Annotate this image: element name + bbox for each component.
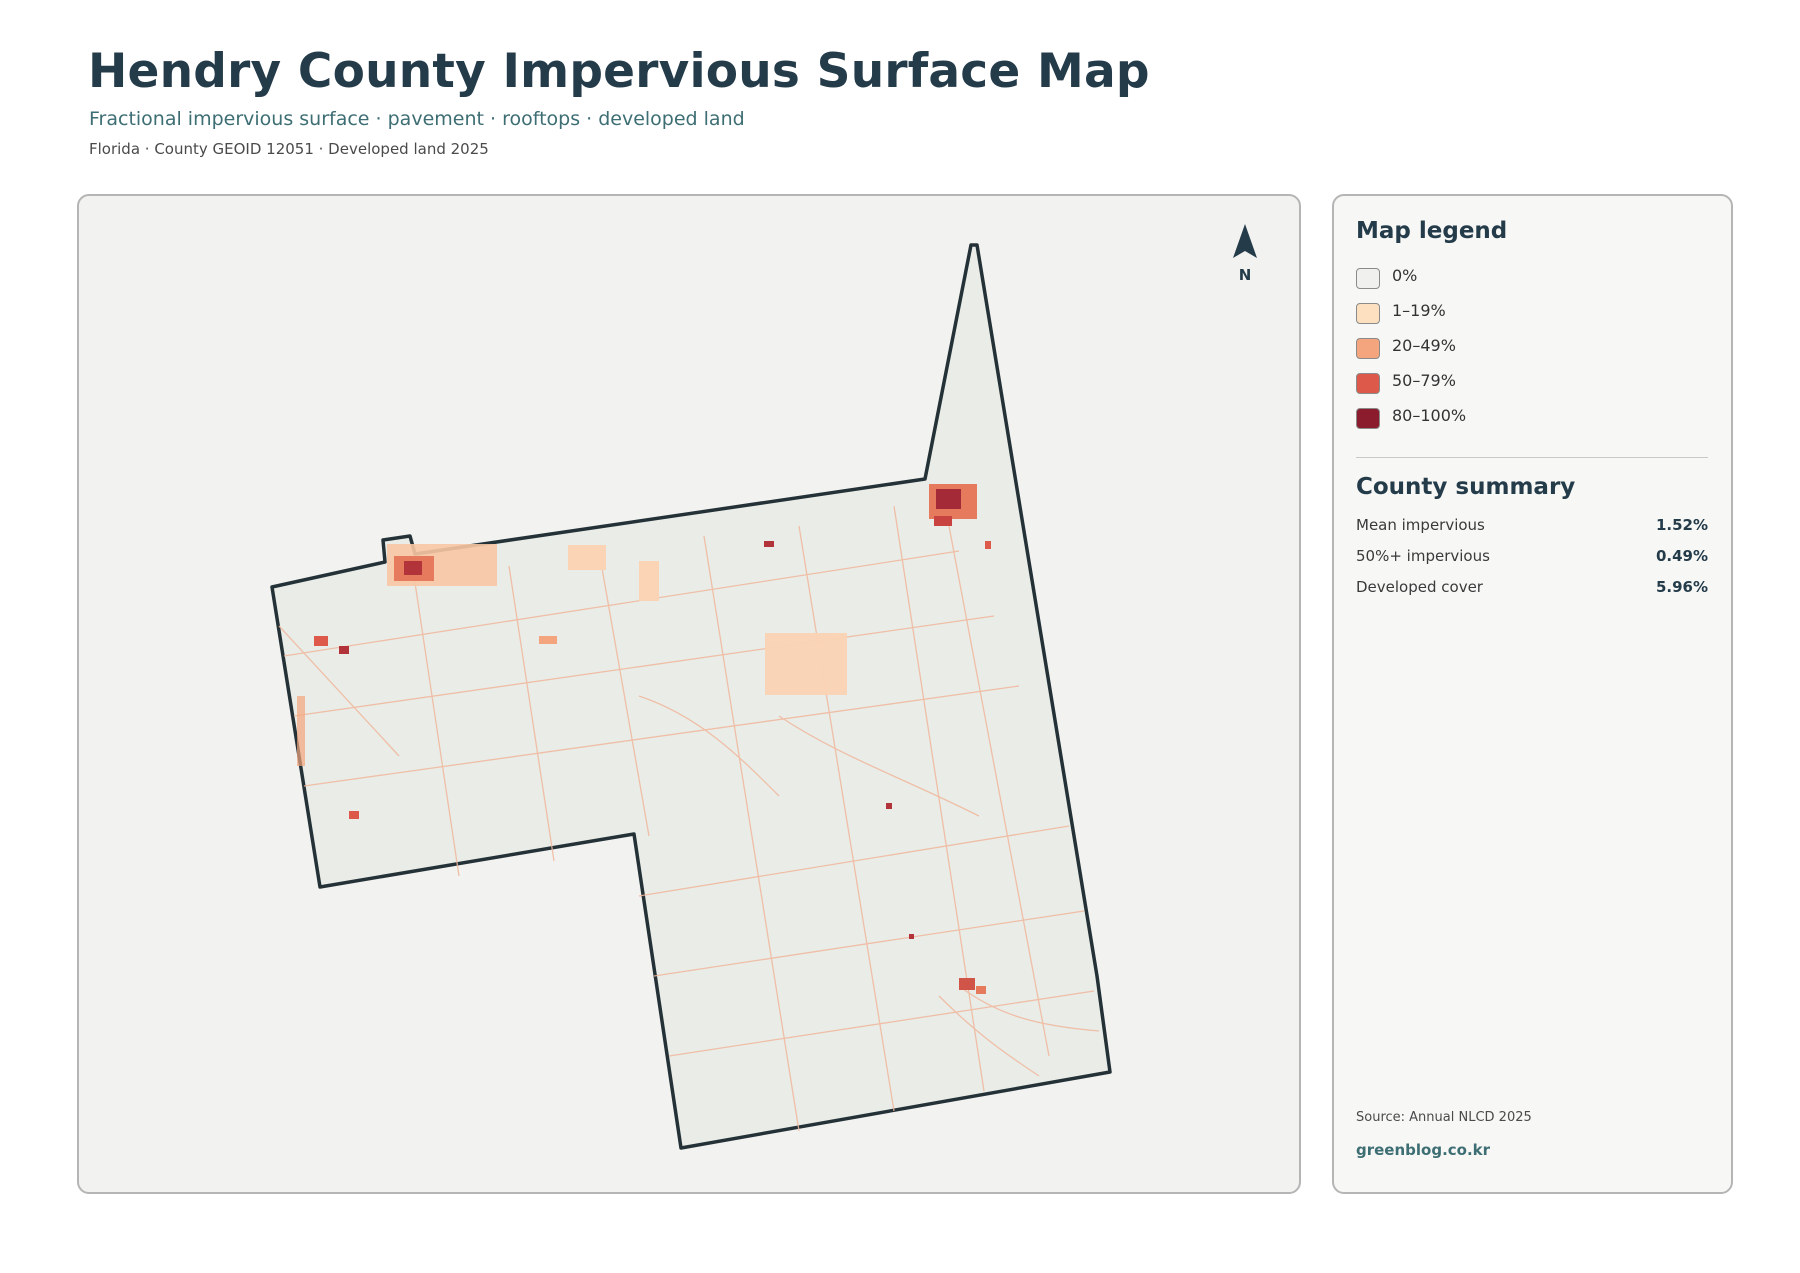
map-panel[interactable] — [77, 194, 1301, 1194]
summary-value: 1.52% — [1655, 516, 1708, 534]
legend-item: 50–79% — [1356, 371, 1466, 406]
legend-label: 50–79% — [1392, 371, 1456, 390]
legend-panel: Map legend 0% 1–19% 20–49% 50–79% 80–100… — [1332, 194, 1733, 1194]
summary-row: 50%+ impervious 0.49% — [1356, 547, 1708, 578]
legend-swatch — [1356, 338, 1380, 359]
legend-swatch — [1356, 373, 1380, 394]
legend-title: Map legend — [1356, 218, 1508, 244]
summary-value: 5.96% — [1655, 578, 1708, 596]
legend-label: 1–19% — [1392, 301, 1446, 320]
summary-label: Mean impervious — [1356, 516, 1485, 534]
county-map[interactable] — [79, 196, 1301, 1194]
legend-label: 20–49% — [1392, 336, 1456, 355]
legend-label: 80–100% — [1392, 406, 1467, 425]
page-title: Hendry County Impervious Surface Map — [88, 44, 1150, 99]
legend-swatch — [1356, 303, 1380, 324]
summary-label: 50%+ impervious — [1356, 547, 1490, 565]
summary-label: Developed cover — [1356, 578, 1483, 596]
north-arrow-icon — [1233, 224, 1257, 258]
page-meta: Florida · County GEOID 12051 · Developed… — [89, 140, 489, 158]
summary-value: 0.49% — [1655, 547, 1708, 565]
county-boundary — [270, 243, 1112, 1150]
legend-item: 20–49% — [1356, 336, 1466, 371]
legend-item: 80–100% — [1356, 406, 1466, 441]
source-note: Source: Annual NLCD 2025 — [1356, 1110, 1532, 1125]
legend-label: 0% — [1392, 266, 1418, 285]
summary-rows: Mean impervious 1.52% 50%+ impervious 0.… — [1356, 516, 1708, 609]
legend-item: 0% — [1356, 266, 1466, 301]
legend-swatch — [1356, 408, 1380, 429]
summary-row: Developed cover 5.96% — [1356, 578, 1708, 609]
summary-row: Mean impervious 1.52% — [1356, 516, 1708, 547]
legend-divider — [1356, 457, 1708, 458]
north-label: N — [1238, 266, 1252, 284]
brand-link[interactable]: greenblog.co.kr — [1356, 1141, 1490, 1159]
legend-swatch — [1356, 268, 1380, 289]
north-arrow: N — [1220, 224, 1270, 284]
legend-items: 0% 1–19% 20–49% 50–79% 80–100% — [1356, 266, 1466, 441]
page-subtitle: Fractional impervious surface · pavement… — [89, 108, 745, 130]
legend-item: 1–19% — [1356, 301, 1466, 336]
summary-title: County summary — [1356, 474, 1576, 500]
